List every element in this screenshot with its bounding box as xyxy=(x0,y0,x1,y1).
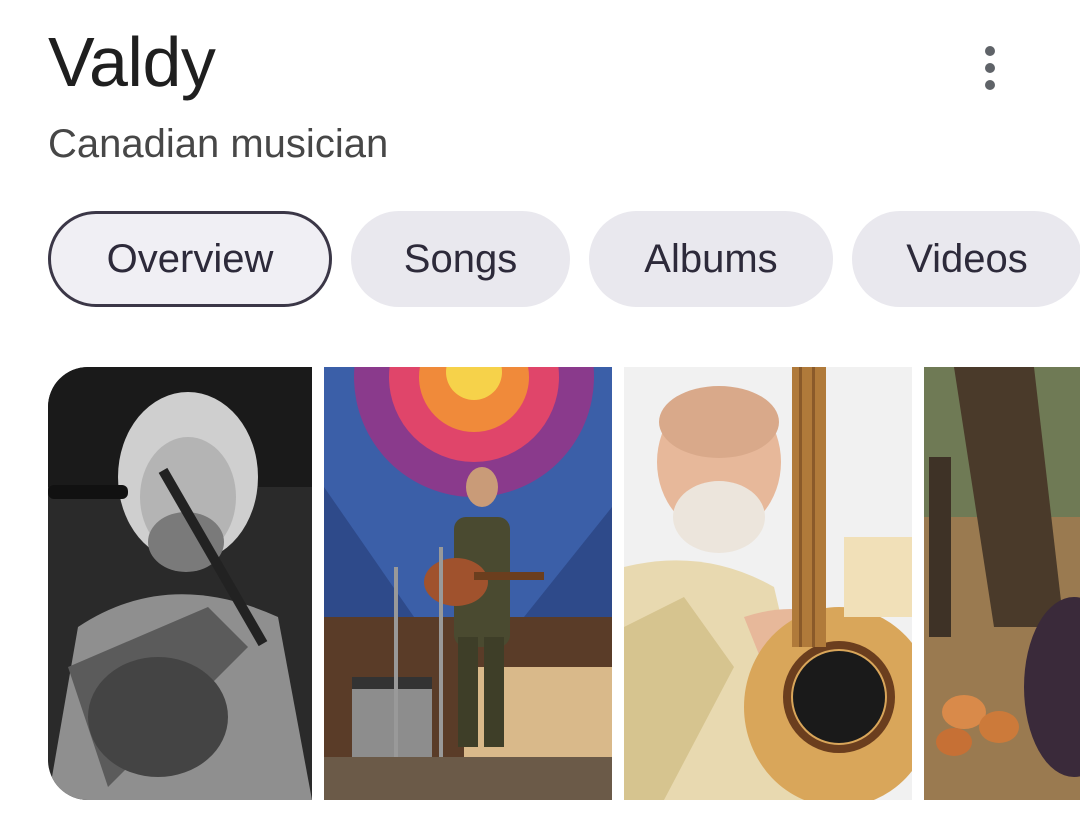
more-vert-icon xyxy=(985,63,995,73)
image-thumbnail-portrait-guitar[interactable] xyxy=(624,367,912,800)
image-thumbnail-bw-performer[interactable] xyxy=(48,367,312,800)
more-vert-icon xyxy=(985,80,995,90)
image-thumbnail-stage-performance[interactable] xyxy=(324,367,612,800)
more-vert-icon xyxy=(985,46,995,56)
tab-songs[interactable]: Songs xyxy=(351,211,570,307)
tab-albums[interactable]: Albums xyxy=(589,211,833,307)
knowledge-panel: Valdy Canadian musician Overview Songs A… xyxy=(0,0,1080,819)
tab-videos[interactable]: Videos xyxy=(852,211,1080,307)
tab-overview[interactable]: Overview xyxy=(48,211,332,307)
tab-bar: Overview Songs Albums Videos xyxy=(48,211,1080,307)
entity-title: Valdy xyxy=(48,23,216,101)
image-thumbnail-outdoor-scene[interactable] xyxy=(924,367,1080,800)
image-carousel[interactable] xyxy=(48,367,1080,800)
more-options-button[interactable] xyxy=(960,36,1020,100)
entity-subtitle: Canadian musician xyxy=(48,122,389,166)
